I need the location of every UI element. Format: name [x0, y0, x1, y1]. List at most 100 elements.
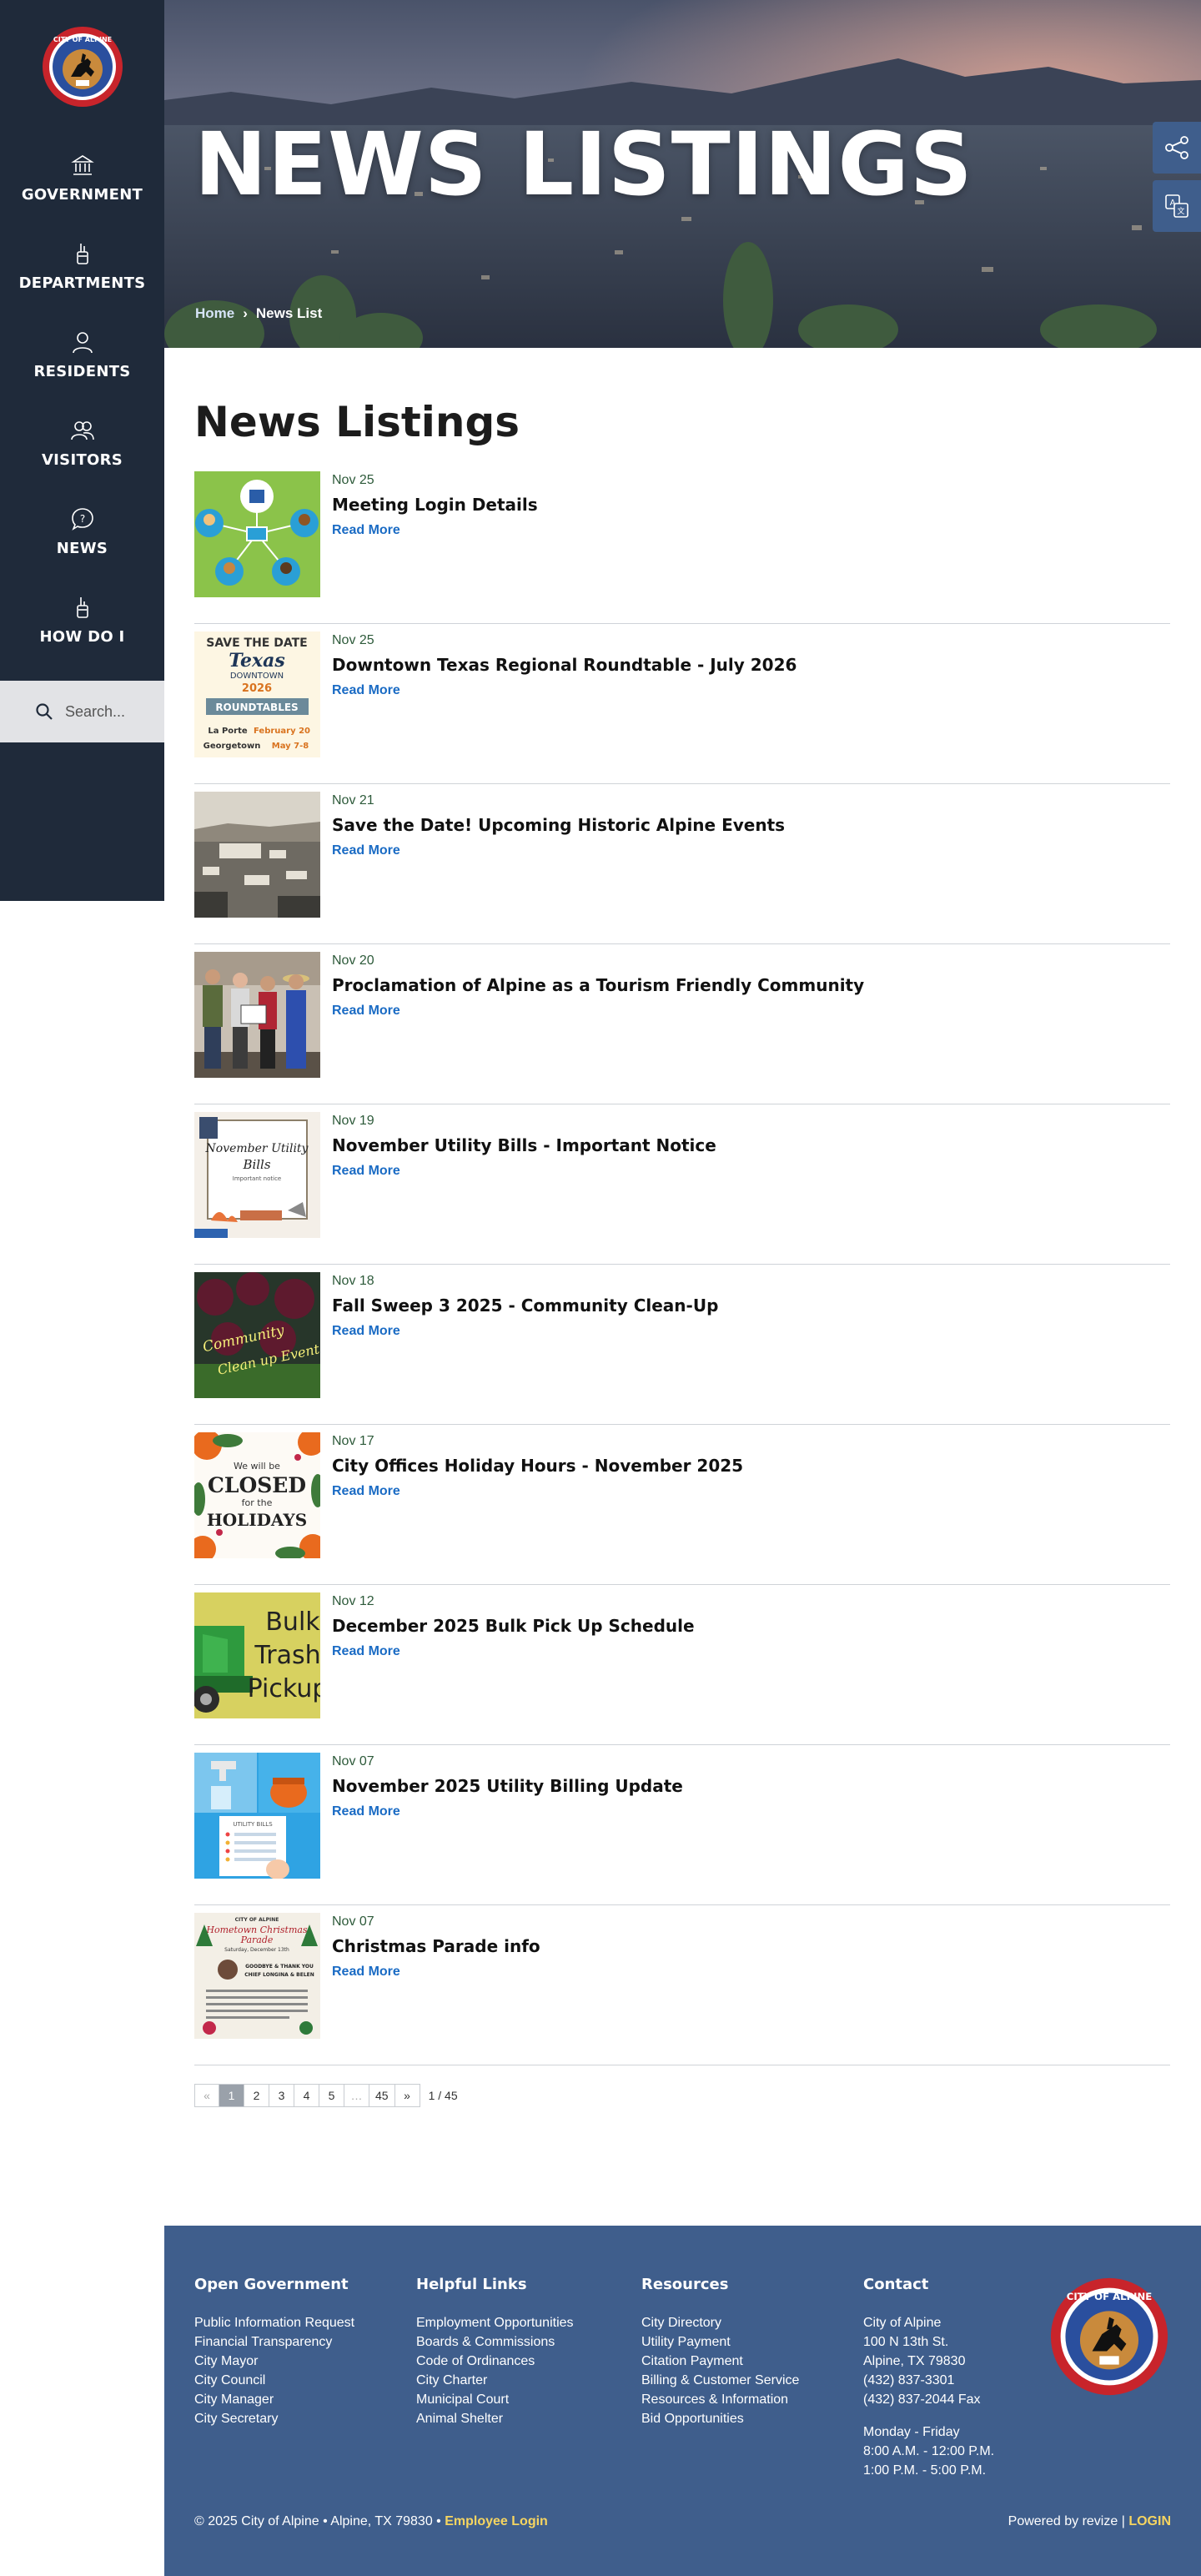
city-seal-logo[interactable]: CITY OF ALPINE [0, 0, 164, 133]
footer-link[interactable]: City Mayor [194, 2352, 354, 2371]
news-title-link[interactable]: Christmas Parade info [332, 1936, 540, 1956]
news-thumbnail[interactable]: Community Clean up Event [194, 1272, 320, 1398]
news-title-link[interactable]: Downtown Texas Regional Roundtable - Jul… [332, 655, 796, 675]
pagination-next[interactable]: » [394, 2084, 420, 2107]
nav-government[interactable]: GOVERNMENT [0, 133, 164, 222]
proclamation-group-photo [194, 952, 320, 1078]
footer-link[interactable]: Citation Payment [641, 2352, 799, 2371]
footer-link[interactable]: Municipal Court [416, 2390, 574, 2409]
pagination-page[interactable]: 2 [244, 2084, 269, 2107]
read-more-link[interactable]: Read More [332, 1484, 400, 1499]
news-thumbnail[interactable] [194, 471, 320, 597]
news-title-link[interactable]: Proclamation of Alpine as a Tourism Frie… [332, 975, 864, 995]
footer: Open Government Public Information Reque… [164, 2226, 1201, 2576]
read-more-link[interactable]: Read More [332, 1965, 400, 1980]
news-thumbnail[interactable]: November Utility Bills Important notice [194, 1112, 320, 1238]
hero-title: NEWS LISTINGS [194, 113, 973, 215]
read-more-link[interactable]: Read More [332, 1644, 400, 1659]
footer-link[interactable]: Resources & Information [641, 2390, 799, 2409]
nav-residents[interactable]: RESIDENTS [0, 310, 164, 399]
footer-link[interactable]: Utility Payment [641, 2332, 799, 2352]
footer-link[interactable]: Bid Opportunities [641, 2409, 799, 2428]
read-more-link[interactable]: Read More [332, 843, 400, 858]
read-more-link[interactable]: Read More [332, 1324, 400, 1339]
read-more-link[interactable]: Read More [332, 1164, 400, 1179]
nav-news[interactable]: ? NEWS [0, 487, 164, 576]
news-title-link[interactable]: December 2025 Bulk Pick Up Schedule [332, 1616, 695, 1636]
search-box[interactable] [0, 681, 164, 742]
news-title-link[interactable]: November 2025 Utility Billing Update [332, 1776, 683, 1796]
footer-link[interactable]: City Manager [194, 2390, 354, 2409]
news-title-link[interactable]: Meeting Login Details [332, 495, 538, 515]
news-item: SAVE THE DATE Texas DOWNTOWN 2026 ROUNDT… [194, 624, 1170, 784]
pagination-page[interactable]: 45 [369, 2084, 395, 2107]
employee-login-link[interactable]: Employee Login [445, 2514, 548, 2528]
breadcrumb-home-link[interactable]: Home [195, 305, 234, 322]
translate-icon: A文 [1165, 194, 1188, 218]
svg-text:HOLIDAYS: HOLIDAYS [207, 1510, 307, 1530]
footer-link[interactable]: Public Information Request [194, 2313, 354, 2332]
svg-text:May 7-8: May 7-8 [272, 742, 309, 751]
seal-icon: CITY OF ALPINE [42, 27, 123, 107]
closed-holidays-image: We will be CLOSED for the HOLIDAYS [194, 1432, 320, 1558]
pagination-prev[interactable]: « [194, 2084, 219, 2107]
pagination-page[interactable]: 3 [269, 2084, 294, 2107]
footer-link[interactable]: Code of Ordinances [416, 2352, 574, 2371]
news-thumbnail[interactable]: Bulk Trash Pickup [194, 1592, 320, 1718]
footer-helpful-links: Helpful Links Employment Opportunities B… [416, 2276, 574, 2428]
pagination-count: 1 / 45 [428, 2089, 458, 2102]
read-more-link[interactable]: Read More [332, 523, 400, 538]
footer-link[interactable]: City Secretary [194, 2409, 354, 2428]
footer-link[interactable]: Animal Shelter [416, 2409, 574, 2428]
footer-link[interactable]: Employment Opportunities [416, 2313, 574, 2332]
news-title-link[interactable]: November Utility Bills - Important Notic… [332, 1135, 716, 1155]
hours-line: 1:00 P.M. - 5:00 P.M. [863, 2463, 987, 2478]
svg-text:CITY OF ALPINE: CITY OF ALPINE [235, 1917, 279, 1923]
share-icon [1165, 136, 1188, 159]
pagination-page[interactable]: 4 [294, 2084, 319, 2107]
news-text: Nov 07 November 2025 Utility Billing Upd… [332, 1753, 683, 1904]
footer-heading: Open Government [194, 2276, 349, 2293]
news-title-link[interactable]: Save the Date! Upcoming Historic Alpine … [332, 815, 785, 835]
pagination-page[interactable]: 1 [219, 2084, 244, 2107]
news-thumbnail[interactable] [194, 792, 320, 918]
nav-how-do-i[interactable]: HOW DO I [0, 576, 164, 664]
svg-text:CLOSED: CLOSED [208, 1473, 306, 1497]
nav-departments[interactable]: DEPARTMENTS [0, 222, 164, 310]
nav-visitors[interactable]: VISITORS [0, 399, 164, 487]
translate-button[interactable]: A文 [1153, 180, 1201, 232]
footer-link[interactable]: City Council [194, 2371, 354, 2390]
share-button[interactable] [1153, 122, 1201, 174]
read-more-link[interactable]: Read More [332, 1004, 400, 1019]
news-text: Nov 07 Christmas Parade info Read More [332, 1913, 540, 2065]
read-more-link[interactable]: Read More [332, 1804, 400, 1819]
news-thumbnail[interactable]: SAVE THE DATE Texas DOWNTOWN 2026 ROUNDT… [194, 631, 320, 757]
news-thumbnail[interactable]: We will be CLOSED for the HOLIDAYS [194, 1432, 320, 1558]
powered-by-link[interactable]: Powered by revize [1008, 2514, 1118, 2528]
news-thumbnail[interactable] [194, 952, 320, 1078]
footer-link[interactable]: City Charter [416, 2371, 574, 2390]
svg-text:We will be: We will be [234, 1461, 280, 1472]
footer-link[interactable]: Billing & Customer Service [641, 2371, 799, 2390]
news-thumbnail[interactable]: UTILITY BILLS [194, 1753, 320, 1879]
footer-bottom-bar: © 2025 City of Alpine • Alpine, TX 79830… [194, 2514, 1171, 2529]
svg-text:CITY OF ALPINE: CITY OF ALPINE [53, 36, 111, 43]
svg-text:ROUNDTABLES: ROUNDTABLES [215, 702, 298, 713]
svg-text:文: 文 [1177, 206, 1184, 216]
news-title-link[interactable]: City Offices Holiday Hours - November 20… [332, 1456, 743, 1476]
nav-label: RESIDENTS [33, 362, 131, 380]
contact-phone[interactable]: (432) 837-3301 [863, 2371, 994, 2390]
news-title-link[interactable]: Fall Sweep 3 2025 - Community Clean-Up [332, 1296, 718, 1316]
svg-text:?: ? [79, 513, 84, 525]
breadcrumb: Home › News List [195, 305, 322, 322]
news-thumbnail[interactable]: CITY OF ALPINE Hometown Christmas Parade… [194, 1913, 320, 2039]
footer-link[interactable]: Boards & Commissions [416, 2332, 574, 2352]
login-link[interactable]: LOGIN [1128, 2514, 1171, 2528]
hand-point-icon [76, 596, 88, 618]
pagination-page[interactable]: 5 [319, 2084, 344, 2107]
footer-link[interactable]: Financial Transparency [194, 2332, 354, 2352]
search-input[interactable] [65, 702, 157, 721]
read-more-link[interactable]: Read More [332, 683, 400, 698]
footer-link[interactable]: City Directory [641, 2313, 799, 2332]
sidebar: CITY OF ALPINE GOVERNMENT DEPARTMENTS RE… [0, 0, 164, 901]
